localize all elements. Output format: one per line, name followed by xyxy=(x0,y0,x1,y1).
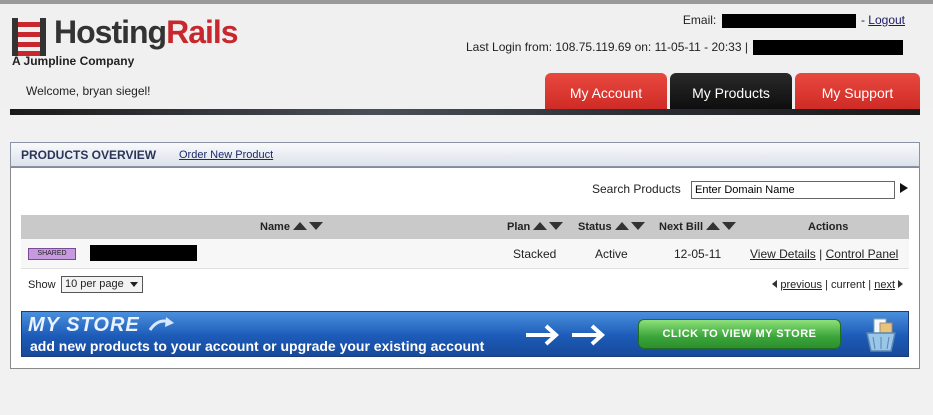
view-my-store-button[interactable]: CLICK TO VIEW MY STORE xyxy=(638,319,841,349)
last-login-text: Last Login from: 108.75.119.69 on: 11-05… xyxy=(466,40,748,54)
hostingrails-logo[interactable]: HostingRails A Jumpline Company xyxy=(10,12,280,72)
shopping-basket-icon xyxy=(866,318,896,352)
order-new-product-link[interactable]: Order New Product xyxy=(179,149,273,161)
redacted-info xyxy=(753,40,904,56)
status-cell: Active xyxy=(595,247,628,261)
column-name: Name xyxy=(260,221,323,233)
show-label: Show xyxy=(28,279,56,291)
logout-link[interactable]: Logout xyxy=(868,13,905,27)
pager-nav: previous | current | next xyxy=(772,279,903,291)
column-next-bill: Next Bill xyxy=(659,221,737,233)
next-link[interactable]: next xyxy=(874,279,895,291)
banner-title: MY STORE xyxy=(28,314,140,336)
separator: - xyxy=(860,13,865,27)
per-page-select[interactable]: 10 per page xyxy=(61,276,143,293)
pager-separator: | xyxy=(868,279,872,291)
sort-asc-icon[interactable] xyxy=(533,222,548,231)
search-label: Search Products xyxy=(592,182,681,196)
brand-name: HostingRails xyxy=(54,14,239,50)
search-go-icon[interactable] xyxy=(900,183,908,193)
welcome-message: Welcome, bryan siegel! xyxy=(26,84,151,98)
redacted-domain xyxy=(90,245,197,261)
tab-my-products[interactable]: My Products xyxy=(670,73,792,110)
tab-my-account[interactable]: My Account xyxy=(545,73,667,110)
control-panel-link[interactable]: Control Panel xyxy=(826,247,899,261)
column-actions: Actions xyxy=(808,221,849,233)
current-page: current xyxy=(830,279,866,291)
plan-cell: Stacked xyxy=(513,247,557,261)
site-header: HostingRails A Jumpline Company Email: -… xyxy=(0,4,933,115)
status-badge: SHARED xyxy=(28,248,76,260)
view-details-link[interactable]: View Details xyxy=(750,247,816,261)
next-arrow-icon xyxy=(898,280,903,288)
double-arrow-icon xyxy=(526,324,605,346)
actions-cell: View Details | Control Panel xyxy=(750,247,898,261)
products-overview-header: PRODUCTS OVERVIEW Order New Product xyxy=(10,142,920,167)
previous-arrow-icon xyxy=(772,280,778,288)
previous-link[interactable]: previous xyxy=(780,279,822,291)
chevron-down-icon xyxy=(130,282,138,287)
search-input[interactable] xyxy=(691,181,895,199)
sort-asc-icon[interactable] xyxy=(706,222,721,231)
sort-asc-icon[interactable] xyxy=(614,222,629,231)
brand-tagline: A Jumpline Company xyxy=(12,54,135,68)
email-label: Email: xyxy=(682,13,717,27)
last-login-row: Last Login from: 108.75.119.69 on: 11-05… xyxy=(466,40,904,56)
per-page-value: 10 per page xyxy=(65,278,124,290)
page-title: PRODUCTS OVERVIEW xyxy=(21,148,157,162)
actions-separator: | xyxy=(819,247,823,261)
next-bill-cell: 12-05-11 xyxy=(674,247,722,261)
banner-subtitle: add new products to your account or upgr… xyxy=(30,338,485,354)
table-row: SHARED Stacked Active 12-05-11 View Deta… xyxy=(21,239,909,269)
column-plan: Plan xyxy=(507,221,564,233)
column-status: Status xyxy=(578,221,645,233)
redacted-email xyxy=(721,13,856,28)
sort-desc-icon[interactable] xyxy=(549,222,564,231)
nav-bar xyxy=(10,109,920,115)
products-panel: Search Products Name Plan Status Next Bi… xyxy=(10,167,920,369)
pagination-bar: Show 10 per page previous | current | ne… xyxy=(21,275,909,297)
sort-asc-icon[interactable] xyxy=(292,222,307,231)
email-row: Email: - Logout xyxy=(683,13,905,28)
sort-desc-icon[interactable] xyxy=(308,222,323,231)
tab-my-support[interactable]: My Support xyxy=(795,73,920,110)
my-store-banner[interactable]: MY STORE add new products to your accoun… xyxy=(21,311,909,357)
sort-desc-icon[interactable] xyxy=(722,222,737,231)
sort-desc-icon[interactable] xyxy=(630,222,645,231)
ladder-logo-icon xyxy=(12,18,46,56)
table-header: Name Plan Status Next Bill Actions xyxy=(21,215,909,239)
curved-arrow-icon xyxy=(148,317,174,331)
pager-separator: | xyxy=(825,279,828,291)
